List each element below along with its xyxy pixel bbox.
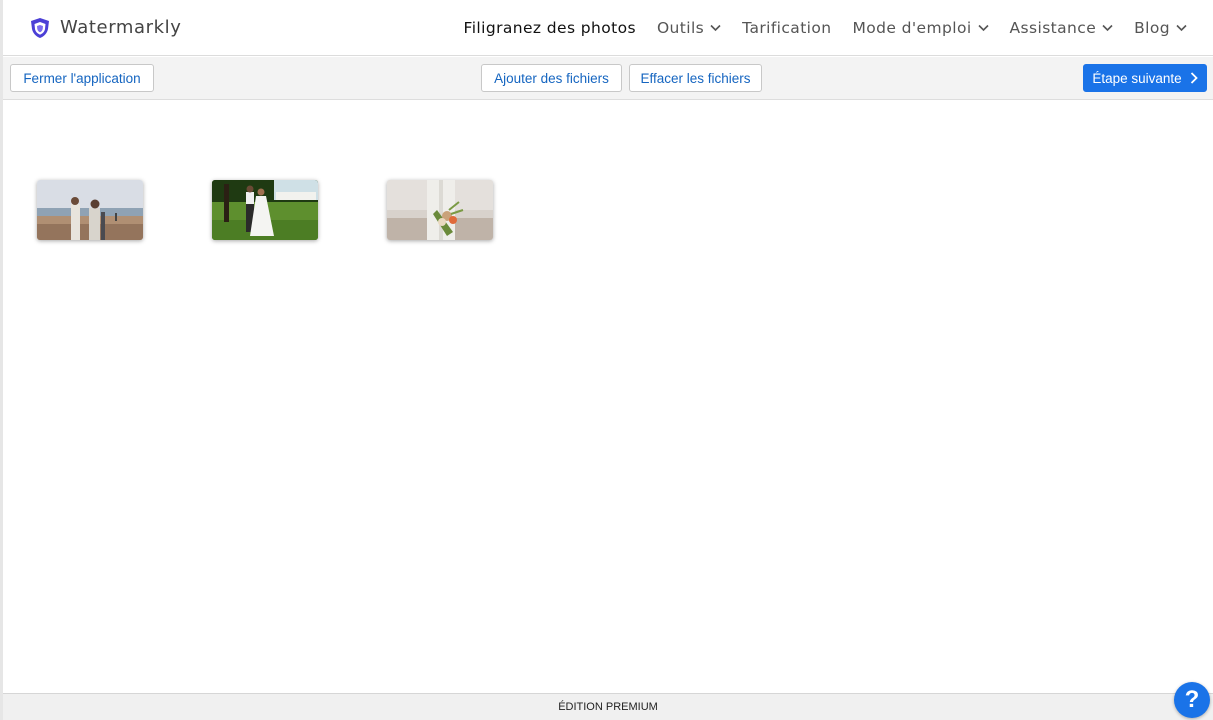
- beach-wedding-photo: [37, 180, 143, 240]
- nav-item-support[interactable]: Assistance: [1010, 19, 1114, 37]
- nav-item-pricing[interactable]: Tarification: [742, 19, 831, 37]
- file-thumbnail[interactable]: [212, 180, 318, 240]
- chevron-down-icon: [1176, 24, 1187, 32]
- nav-item-label: Blog: [1134, 19, 1170, 37]
- file-toolbar: Fermer l'application Ajouter des fichier…: [3, 57, 1213, 100]
- nav-item-watermark-photos[interactable]: Filigranez des photos: [464, 19, 636, 37]
- bouquet-wedding-photo: [387, 180, 493, 240]
- chevron-down-icon: [977, 24, 989, 32]
- nav-item-label: Filigranez des photos: [463, 19, 636, 37]
- nav-item-label: Tarification: [742, 19, 832, 37]
- close-app-button[interactable]: Fermer l'application: [10, 64, 154, 92]
- file-thumbnail[interactable]: [387, 180, 493, 240]
- nav-item-user-guide[interactable]: Mode d'emploi: [853, 19, 989, 37]
- next-step-label: Étape suivante: [1092, 70, 1182, 86]
- chevron-down-icon: [1102, 24, 1113, 32]
- shield-icon: [31, 17, 49, 38]
- edition-footer: ÉDITION PREMIUM: [3, 693, 1213, 720]
- file-thumbnail[interactable]: [37, 180, 143, 240]
- clear-files-button[interactable]: Effacer les fichiers: [629, 64, 762, 92]
- top-header: Watermarkly Filigranez des photos Outils…: [3, 0, 1213, 56]
- nav-item-label: Outils: [656, 19, 705, 37]
- nav-item-label: Mode d'emploi: [852, 19, 972, 37]
- help-button[interactable]: ?: [1174, 682, 1210, 718]
- main-nav: Filigranez des photos Outils Tarificatio…: [464, 0, 1213, 56]
- chevron-down-icon: [710, 24, 721, 32]
- brand-logo[interactable]: Watermarkly: [30, 17, 182, 39]
- nav-item-tools[interactable]: Outils: [657, 19, 721, 37]
- add-files-button[interactable]: Ajouter des fichiers: [481, 64, 622, 92]
- edition-label: ÉDITION PREMIUM: [558, 701, 658, 713]
- next-step-button[interactable]: Étape suivante: [1083, 64, 1207, 92]
- nav-item-label: Assistance: [1009, 19, 1097, 37]
- help-icon: ?: [1184, 686, 1200, 713]
- chevron-right-icon: [1190, 72, 1198, 84]
- app-frame: [0, 0, 1213, 720]
- nav-item-blog[interactable]: Blog: [1134, 19, 1187, 37]
- garden-wedding-photo: [212, 180, 318, 240]
- brand-name: Watermarkly: [60, 17, 182, 38]
